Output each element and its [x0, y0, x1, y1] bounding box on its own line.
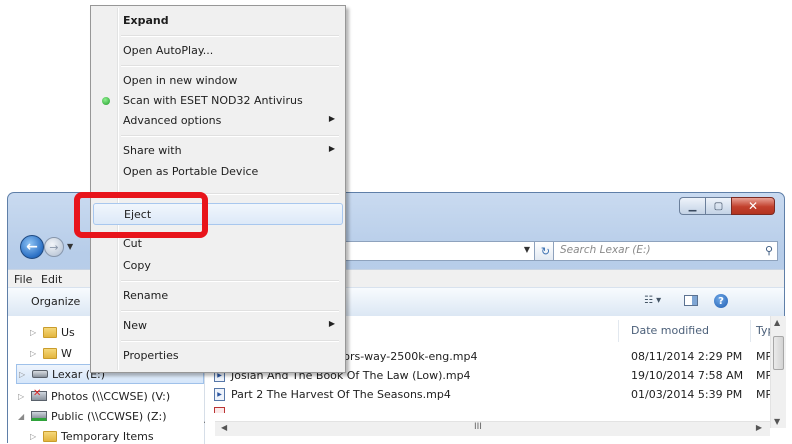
submenu-arrow-icon: ▶ — [328, 114, 335, 123]
scroll-up-icon[interactable]: ▲ — [774, 318, 780, 327]
file-name: Part 2 The Harvest Of The Seasons.mp4 — [231, 388, 451, 401]
maximize-button[interactable]: ▢ — [705, 197, 731, 215]
menu-separator — [121, 280, 339, 282]
network-drive-icon — [31, 411, 47, 421]
menu-item-open-autoplay[interactable]: Open AutoPlay... — [93, 40, 343, 62]
menu-file[interactable]: File — [14, 273, 32, 286]
menu-separator — [121, 35, 339, 37]
back-button[interactable]: ← — [20, 235, 44, 259]
menu-item-copy[interactable]: Copy — [93, 255, 343, 277]
menu-separator — [121, 310, 339, 312]
column-header-date-modified[interactable]: Date modified — [631, 316, 709, 344]
nav-item-label: Us — [61, 325, 75, 339]
menu-item-label: Open AutoPlay... — [123, 44, 214, 57]
menu-item-label: Scan with ESET NOD32 Antivirus — [123, 94, 303, 107]
expand-arrow-icon[interactable]: ▷ — [30, 349, 40, 358]
usb-drive-icon — [32, 370, 48, 378]
menu-item-label: Open in new window — [123, 74, 238, 87]
scroll-grip-icon[interactable]: III — [474, 422, 482, 432]
submenu-arrow-icon: ▶ — [328, 319, 335, 328]
expand-arrow-icon[interactable]: ▷ — [18, 392, 28, 401]
scroll-thumb[interactable] — [773, 336, 784, 370]
organize-button[interactable]: Organize — [31, 295, 80, 308]
menu-item-advanced-options[interactable]: Advanced options ▶ — [93, 110, 343, 132]
nav-item-label: Photos (\\CCWSE) (V:) — [51, 389, 171, 403]
menu-item-rename[interactable]: Rename — [93, 285, 343, 307]
menu-separator — [121, 135, 339, 137]
help-icon[interactable]: ? — [714, 294, 728, 308]
recent-pages-dropdown[interactable]: ▼ — [67, 242, 73, 251]
file-row-partial[interactable] — [205, 404, 765, 413]
horizontal-scrollbar[interactable]: ◀ III ▶ — [215, 421, 770, 436]
search-placeholder: Search Lexar (E:) — [560, 244, 651, 256]
expand-arrow-icon[interactable]: ▷ — [30, 432, 40, 441]
nav-item-w[interactable]: ▷ W — [30, 343, 72, 363]
menu-item-properties[interactable]: Properties — [93, 345, 343, 367]
menu-item-open-as-portable-device[interactable]: Open as Portable Device — [93, 161, 343, 183]
nav-item-public[interactable]: ◢ Public (\\CCWSE) (Z:) — [18, 406, 167, 426]
collapse-arrow-icon[interactable]: ◢ — [18, 412, 28, 421]
column-separator — [750, 320, 751, 342]
scroll-left-icon[interactable]: ◀ — [221, 423, 227, 432]
menu-item-share-with[interactable]: Share with ▶ — [93, 140, 343, 162]
folder-icon — [43, 326, 57, 338]
minimize-button[interactable]: ▁ — [679, 197, 705, 215]
document-file-icon — [214, 407, 225, 413]
menu-item-label: Cut — [123, 237, 142, 250]
menu-item-expand[interactable]: Expand — [93, 10, 343, 32]
file-date: 19/10/2014 7:58 AM — [631, 369, 744, 382]
close-button[interactable]: ✕ — [731, 197, 775, 215]
menu-item-open-in-new-window[interactable]: Open in new window — [93, 70, 343, 92]
expand-arrow-icon[interactable]: ▷ — [19, 370, 29, 379]
context-menu: Expand Open AutoPlay... Open in new wind… — [90, 5, 346, 373]
expand-arrow-icon[interactable]: ▷ — [30, 328, 40, 337]
scroll-down-icon[interactable]: ▼ — [774, 417, 780, 426]
nav-item-us[interactable]: ▷ Us — [30, 322, 75, 342]
caption-buttons: ▁ ▢ ✕ — [679, 197, 775, 215]
nav-item-photos[interactable]: ▷ Photos (\\CCWSE) (V:) — [18, 386, 170, 406]
disconnected-network-drive-icon — [31, 388, 47, 401]
menu-item-label: Rename — [123, 289, 169, 302]
menu-separator — [121, 340, 339, 342]
search-input[interactable]: Search Lexar (E:) ⚲ — [553, 241, 778, 261]
menu-item-label: Expand — [123, 14, 169, 27]
file-row[interactable]: ▶ Part 2 The Harvest Of The Seasons.mp4 … — [205, 385, 786, 405]
annotation-highlight-box — [74, 192, 208, 238]
menu-item-label: Copy — [123, 259, 151, 272]
video-file-icon: ▶ — [214, 388, 225, 401]
menu-item-label: New — [123, 319, 147, 332]
file-date: 01/03/2014 5:39 PM — [631, 388, 743, 401]
vertical-scrollbar[interactable]: ▲ ▼ — [770, 316, 786, 428]
change-view-icon[interactable]: ☷ ▾ — [644, 295, 661, 306]
column-separator — [618, 320, 619, 342]
preview-pane-icon[interactable] — [684, 295, 698, 306]
nav-item-label: Public (\\CCWSE) (Z:) — [51, 409, 167, 423]
folder-icon — [43, 347, 57, 359]
scroll-right-icon[interactable]: ▶ — [756, 423, 762, 432]
menu-separator — [121, 65, 339, 67]
nav-item-temporary-items[interactable]: ▷ Temporary Items — [30, 426, 154, 444]
menu-item-scan-eset[interactable]: Scan with ESET NOD32 Antivirus — [93, 90, 343, 112]
search-icon[interactable]: ⚲ — [765, 244, 773, 257]
address-bar[interactable]: ▼ — [338, 241, 535, 261]
submenu-arrow-icon: ▶ — [328, 144, 335, 153]
menu-item-new[interactable]: New ▶ — [93, 315, 343, 337]
nav-item-label: W — [61, 346, 72, 360]
menu-item-label: Properties — [123, 349, 179, 362]
forward-button[interactable]: → — [44, 237, 64, 257]
eset-icon — [102, 97, 110, 105]
menu-item-label: Share with — [123, 144, 182, 157]
address-dropdown-icon[interactable]: ▼ — [524, 245, 530, 254]
menu-item-label: Open as Portable Device — [123, 165, 259, 178]
file-date: 08/11/2014 2:29 PM — [631, 350, 743, 363]
menu-item-label: Advanced options — [123, 114, 222, 127]
menu-edit[interactable]: Edit — [41, 273, 62, 286]
folder-icon — [43, 430, 57, 442]
nav-item-label: Temporary Items — [61, 429, 154, 443]
